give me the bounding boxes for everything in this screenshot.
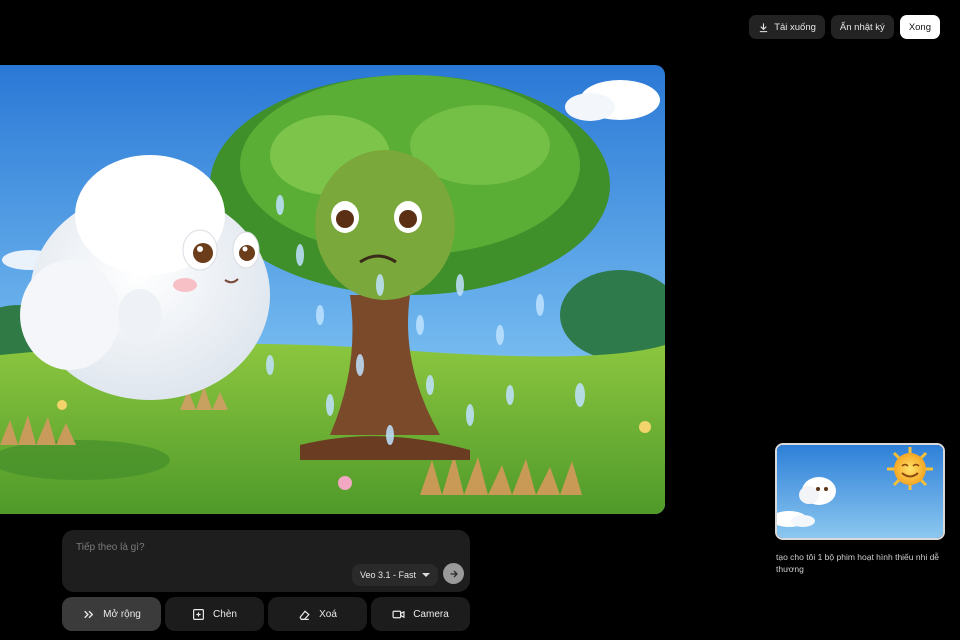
hide-log-label: Ẩn nhật ký <box>839 21 885 33</box>
plus-square-icon <box>193 608 205 620</box>
download-label: Tải xuống <box>774 21 816 33</box>
double-chevron-right-icon <box>84 610 94 618</box>
arrow-right-icon <box>450 570 458 577</box>
camera-label: Camera <box>413 608 449 620</box>
send-button[interactable] <box>443 563 464 584</box>
download-button[interactable]: Tải xuống <box>749 15 825 39</box>
remove-button[interactable]: Xoá <box>268 597 367 631</box>
top-toolbar: Tải xuống Ẩn nhật ký Xong <box>749 15 940 39</box>
extend-button[interactable]: Mở rộng <box>62 597 161 631</box>
video-camera-icon <box>392 610 405 618</box>
edit-actions: Mở rộng Chèn Xoá Camera <box>62 597 470 631</box>
prompt-input-panel[interactable]: Tiếp theo là gì? Veo 3.1 - Fast <box>62 530 470 592</box>
insert-label: Chèn <box>213 608 237 620</box>
video-illustration <box>0 65 665 514</box>
thumbnail-illustration <box>777 445 943 538</box>
history-caption: tạo cho tôi 1 bộ phim hoạt hình thiếu nh… <box>776 552 940 574</box>
insert-button[interactable]: Chèn <box>165 597 264 631</box>
history-thumbnail[interactable] <box>775 443 945 540</box>
prompt-input[interactable]: Tiếp theo là gì? <box>76 542 145 553</box>
done-label: Xong <box>908 21 931 33</box>
eraser-icon <box>299 609 310 620</box>
extend-label: Mở rộng <box>103 608 141 620</box>
model-select-label: Veo 3.1 - Fast <box>359 570 417 580</box>
done-button[interactable]: Xong <box>899 15 940 39</box>
chevron-down-icon <box>422 573 431 577</box>
download-icon <box>760 22 768 32</box>
model-select[interactable]: Veo 3.1 - Fast <box>352 564 438 586</box>
hide-log-button[interactable]: Ẩn nhật ký <box>830 15 894 39</box>
remove-label: Xoá <box>319 608 337 620</box>
camera-button[interactable]: Camera <box>371 597 470 631</box>
video-preview[interactable] <box>0 65 665 514</box>
